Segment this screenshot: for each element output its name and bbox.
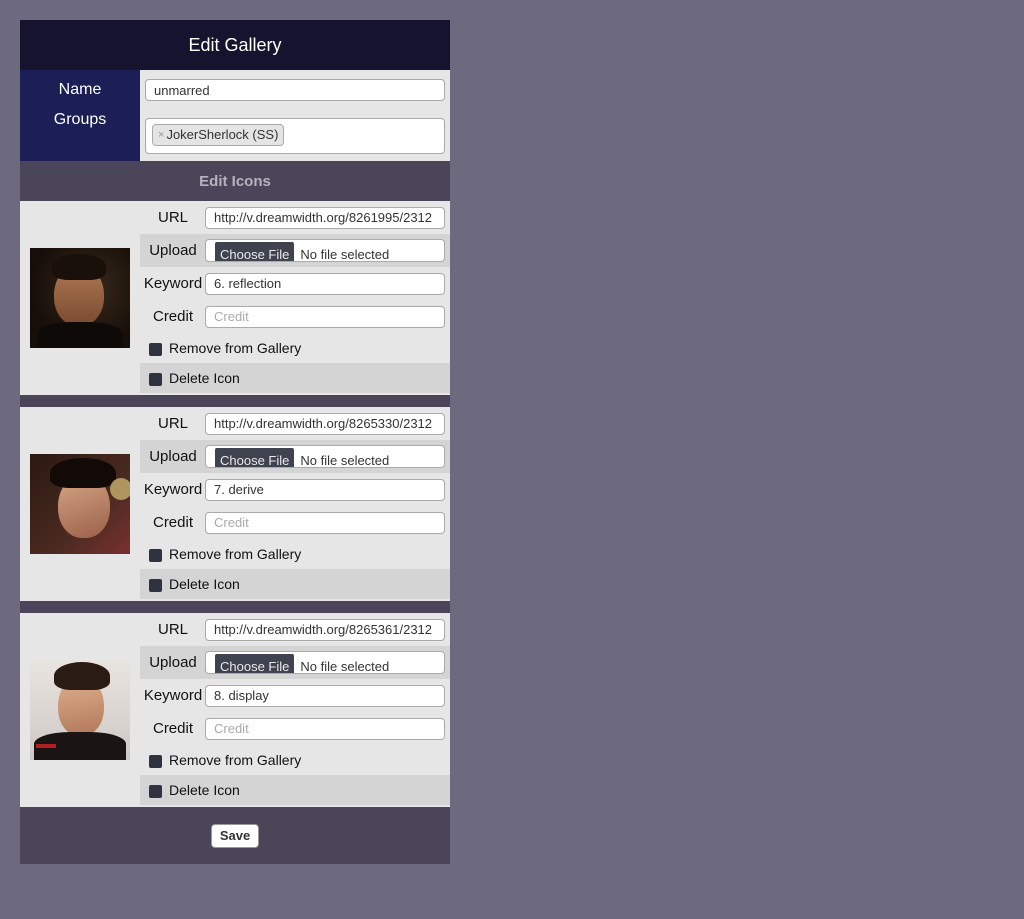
remove-from-gallery-label: Remove from Gallery (169, 340, 302, 356)
delete-icon-label: Delete Icon (169, 370, 240, 386)
url-label: URL (157, 415, 188, 432)
remove-from-gallery-checkbox[interactable] (149, 754, 162, 768)
upload-row: Upload Choose File No file selected (140, 440, 450, 473)
name-input[interactable] (145, 79, 445, 101)
url-row: URL (140, 613, 450, 646)
keyword-label: Keyword (143, 687, 203, 704)
icon-entry: URL Upload Choose File No file selected … (20, 201, 450, 395)
group-tag-label: JokerSherlock (SS) (166, 127, 279, 142)
credit-label: Credit (152, 720, 193, 737)
upload-status: No file selected (300, 453, 390, 468)
credit-label: Credit (152, 308, 193, 325)
upload-label: Upload (149, 654, 197, 671)
keyword-input[interactable] (205, 272, 445, 295)
icon-divider (20, 601, 450, 613)
credit-row: Credit (140, 712, 450, 745)
name-row: Name (20, 70, 450, 110)
remove-from-gallery-row: Remove from Gallery (140, 333, 450, 363)
groups-select[interactable]: × JokerSherlock (SS) (145, 117, 445, 154)
save-button[interactable]: Save (210, 823, 260, 848)
remove-from-gallery-row: Remove from Gallery (140, 745, 450, 775)
delete-icon-label: Delete Icon (169, 576, 240, 592)
keyword-input[interactable] (205, 684, 445, 707)
delete-icon-label: Delete Icon (169, 782, 240, 798)
section-header-edit-icons: Edit Icons (20, 161, 450, 201)
upload-row: Upload Choose File No file selected (140, 234, 450, 267)
delete-icon-row: Delete Icon (140, 363, 450, 393)
icon-entry: URL Upload Choose File No file selected … (20, 613, 450, 807)
keyword-row: Keyword (140, 473, 450, 506)
remove-from-gallery-checkbox[interactable] (149, 548, 162, 562)
credit-label: Credit (152, 514, 193, 531)
remove-from-gallery-checkbox[interactable] (149, 342, 162, 356)
keyword-label: Keyword (143, 275, 203, 292)
file-upload-input[interactable]: Choose File No file selected (205, 239, 445, 262)
choose-file-button[interactable]: Choose File (215, 654, 295, 673)
edit-gallery-form: Edit Gallery Name Groups × JokerSherlock… (20, 20, 450, 864)
file-upload-input[interactable]: Choose File No file selected (205, 445, 445, 468)
upload-status: No file selected (300, 247, 390, 262)
keyword-label: Keyword (143, 481, 203, 498)
delete-icon-row: Delete Icon (140, 569, 450, 599)
remove-from-gallery-row: Remove from Gallery (140, 539, 450, 569)
form-footer: Save (20, 807, 450, 864)
url-input[interactable] (205, 412, 445, 435)
delete-icon-checkbox[interactable] (149, 784, 162, 798)
credit-row: Credit (140, 506, 450, 539)
page-title: Edit Gallery (20, 20, 450, 70)
url-label: URL (157, 209, 188, 226)
keyword-row: Keyword (140, 267, 450, 300)
delete-icon-checkbox[interactable] (149, 372, 162, 386)
tag-remove-icon[interactable]: × (158, 129, 164, 141)
delete-icon-row: Delete Icon (140, 775, 450, 805)
remove-from-gallery-label: Remove from Gallery (169, 546, 302, 562)
groups-label: Groups (20, 110, 140, 161)
url-row: URL (140, 201, 450, 234)
delete-icon-checkbox[interactable] (149, 578, 162, 592)
icon-thumbnail (30, 248, 130, 348)
upload-row: Upload Choose File No file selected (140, 646, 450, 679)
url-row: URL (140, 407, 450, 440)
keyword-row: Keyword (140, 679, 450, 712)
credit-input[interactable] (205, 511, 445, 534)
url-input[interactable] (205, 206, 445, 229)
remove-from-gallery-label: Remove from Gallery (169, 752, 302, 768)
icon-thumbnail (30, 454, 130, 554)
credit-input[interactable] (205, 717, 445, 740)
choose-file-button[interactable]: Choose File (215, 448, 295, 467)
upload-label: Upload (149, 242, 197, 259)
url-label: URL (157, 621, 188, 638)
upload-label: Upload (149, 448, 197, 465)
upload-status: No file selected (300, 659, 390, 674)
name-label: Name (20, 70, 140, 110)
icon-entry: URL Upload Choose File No file selected … (20, 407, 450, 601)
file-upload-input[interactable]: Choose File No file selected (205, 651, 445, 674)
credit-input[interactable] (205, 305, 445, 328)
keyword-input[interactable] (205, 478, 445, 501)
url-input[interactable] (205, 618, 445, 641)
icon-divider (20, 395, 450, 407)
credit-row: Credit (140, 300, 450, 333)
icon-thumbnail (30, 660, 130, 760)
groups-row: Groups × JokerSherlock (SS) (20, 110, 450, 161)
group-tag: × JokerSherlock (SS) (152, 123, 285, 146)
choose-file-button[interactable]: Choose File (215, 242, 295, 261)
